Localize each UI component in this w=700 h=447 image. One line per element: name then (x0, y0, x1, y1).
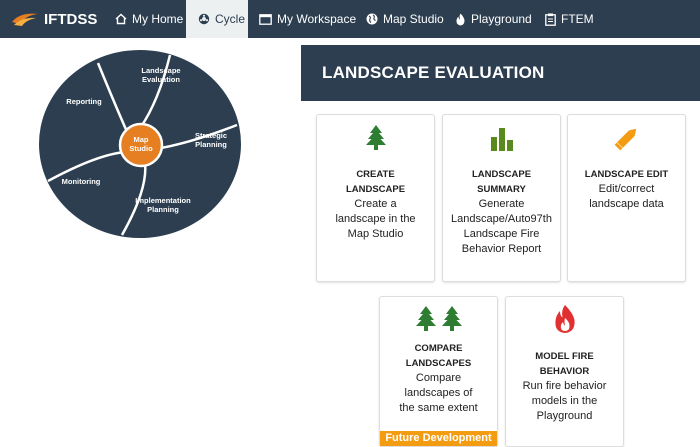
nav-playground[interactable]: Playground (455, 0, 532, 38)
card-desc-line: landscapes of (404, 387, 473, 399)
cycle-diagram: Landscape Evaluation Strategic Planning … (39, 50, 241, 238)
card-title-line: LANDSCAPE (345, 184, 406, 195)
card-desc-line: Compare (415, 372, 462, 384)
card-landscape-edit[interactable]: LANDSCAPE EDIT Edit/correct landscape da… (567, 114, 686, 282)
section-header: LANDSCAPE EVALUATION (301, 45, 700, 101)
card-desc-line: models in the (531, 395, 598, 407)
globe-icon (366, 13, 378, 25)
card-title-line: CREATE (356, 169, 395, 180)
pencil-icon (614, 128, 636, 151)
brand[interactable]: IFTDSS (10, 0, 97, 38)
iftdss-logo-icon (12, 13, 38, 26)
nav-my-home[interactable]: My Home (115, 0, 183, 38)
card-desc-line: Create a (354, 198, 397, 210)
cycle-center-map-studio[interactable]: Map Studio (118, 122, 164, 168)
card-title-line: LANDSCAPE (471, 169, 532, 180)
nav-ftem-label: FTEM (561, 12, 594, 26)
nav-playground-label: Playground (471, 12, 532, 26)
brand-name: IFTDSS (44, 10, 98, 28)
home-icon (115, 13, 127, 25)
nav-my-workspace[interactable]: My Workspace (259, 0, 356, 38)
nav-my-workspace-label: My Workspace (277, 12, 357, 26)
workspace-icon (259, 13, 272, 25)
card-desc-line: landscape data (589, 198, 664, 210)
nav-ftem[interactable]: FTEM (545, 0, 594, 38)
segment-label-line: Implementation (135, 196, 191, 205)
card-title-line: MODEL FIRE (535, 351, 594, 362)
segment-label-line: Landscape (141, 66, 180, 75)
card-title-line: COMPARE (414, 343, 463, 354)
segment-label-line: Reporting (66, 97, 102, 106)
card-desc-line: Generate (478, 198, 525, 210)
card-desc-line: Map Studio (347, 228, 404, 240)
card-desc-line: Playground (536, 410, 593, 422)
card-desc-line: Landscape Fire (463, 228, 540, 240)
card-landscape-summary[interactable]: LANDSCAPE SUMMARY Generate Landscape/Aut… (442, 114, 561, 282)
center-label-line: Studio (129, 144, 153, 153)
segment-label-line: Planning (147, 205, 179, 214)
card-create-landscape[interactable]: CREATE LANDSCAPE Create a landscape in t… (316, 114, 435, 282)
card-model-fire-behavior[interactable]: MODEL FIRE BEHAVIOR Run fire behavior mo… (505, 296, 624, 447)
card-desc-line: Behavior Report (461, 243, 542, 255)
nav-my-home-label: My Home (132, 12, 184, 26)
top-navbar: IFTDSS My Home Cycle My Workspace Map St… (0, 0, 700, 38)
card-desc-line: Edit/correct (598, 183, 655, 195)
segment-label-line: Evaluation (142, 75, 180, 84)
bar-chart-icon (490, 128, 513, 151)
nav-map-studio[interactable]: Map Studio (366, 0, 444, 38)
card-title-line: SUMMARY (477, 184, 526, 195)
cycle-icon (198, 13, 210, 25)
segment-label-line: Strategic (195, 131, 227, 140)
card-title-line: BEHAVIOR (539, 366, 590, 377)
nav-cycle[interactable]: Cycle (186, 0, 248, 38)
segment-label-line: Monitoring (62, 177, 101, 186)
tree-icon (365, 125, 386, 150)
card-title-line: LANDSCAPES (405, 358, 472, 369)
cycle-segment-strategic-planning[interactable]: Strategic Planning (195, 131, 227, 149)
fire-icon (554, 305, 575, 333)
cycle-segment-reporting[interactable]: Reporting (66, 97, 102, 106)
section-title: LANDSCAPE EVALUATION (322, 63, 545, 82)
clipboard-icon (545, 13, 556, 26)
center-label-line: Map (134, 135, 149, 144)
future-development-badge: Future Development (380, 431, 497, 446)
card-desc-line: Landscape/Auto97th (451, 213, 552, 225)
two-trees-icon (415, 306, 462, 331)
fire-icon (456, 13, 465, 25)
card-compare-landscapes[interactable]: COMPARE LANDSCAPES Compare landscapes of… (379, 296, 498, 447)
card-desc-line: the same extent (399, 402, 478, 414)
card-title-line: LANDSCAPE EDIT (584, 169, 669, 180)
card-desc-line: Run fire behavior (522, 380, 607, 392)
card-desc-line: landscape in the (335, 213, 416, 225)
nav-cycle-label: Cycle (215, 12, 246, 26)
cycle-segment-landscape-evaluation[interactable]: Landscape Evaluation (141, 66, 180, 84)
segment-label-line: Planning (195, 140, 227, 149)
nav-map-studio-label: Map Studio (383, 12, 444, 26)
cycle-segment-monitoring[interactable]: Monitoring (62, 177, 101, 186)
